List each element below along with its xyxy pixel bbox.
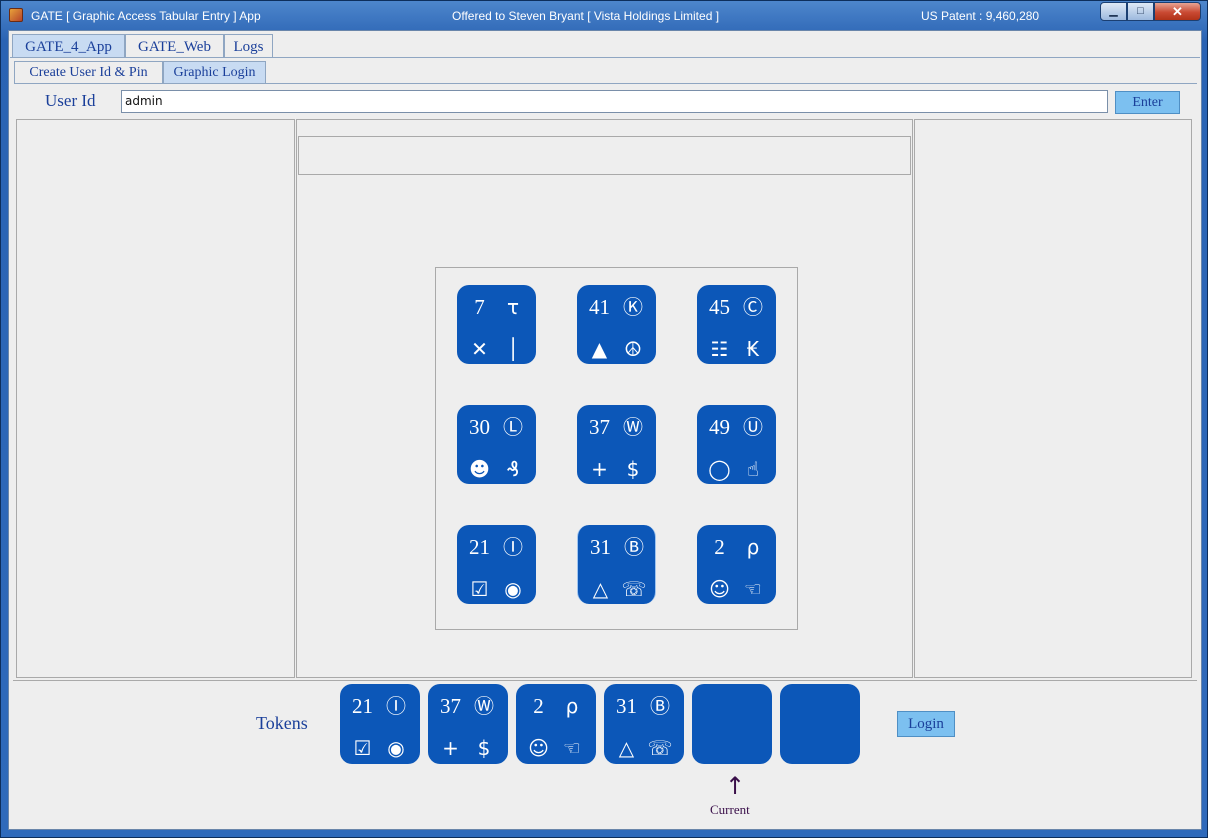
pointing-left-icon: ☜ bbox=[563, 736, 581, 760]
tile-number: 2 bbox=[714, 535, 725, 559]
grid-tile[interactable]: 37 Ⓦ + $ bbox=[577, 405, 656, 484]
tau-icon: τ bbox=[506, 295, 520, 319]
window-title: GATE [ Graphic Access Tabular Entry ] Ap… bbox=[31, 9, 261, 23]
tab-graphic-login[interactable]: Graphic Login bbox=[163, 61, 266, 83]
plus-icon: + bbox=[591, 457, 608, 481]
token-slot-empty[interactable] bbox=[692, 684, 772, 764]
circled-i-icon: Ⓘ bbox=[503, 535, 523, 559]
maximize-button[interactable]: □ bbox=[1127, 2, 1154, 21]
dollar-icon: $ bbox=[477, 736, 491, 760]
radio-dot-icon: ◉ bbox=[504, 577, 522, 601]
telephone-icon: ☏ bbox=[647, 736, 673, 760]
tab-create-user[interactable]: Create User Id & Pin bbox=[14, 61, 163, 83]
checkbox-icon: ☑ bbox=[353, 736, 372, 760]
right-panel bbox=[914, 119, 1192, 678]
tile-number: 31 bbox=[590, 535, 611, 559]
tile-number: 37 bbox=[589, 415, 610, 439]
rho-icon: ρ bbox=[565, 694, 579, 718]
tab-divider bbox=[10, 57, 1200, 58]
minimize-button[interactable]: ▁ bbox=[1100, 2, 1127, 21]
subtab-divider bbox=[14, 83, 1197, 84]
grid-tile[interactable]: 31 Ⓑ △ ☏ bbox=[577, 525, 656, 604]
user-id-label: User Id bbox=[45, 91, 96, 110]
circled-u-icon: Ⓤ bbox=[743, 415, 763, 439]
tile-number: 49 bbox=[709, 415, 730, 439]
left-panel bbox=[16, 119, 295, 678]
tab-gate-4-app[interactable]: GATE_4_App bbox=[12, 34, 125, 58]
token-slot[interactable]: 31 Ⓑ △ ☏ bbox=[604, 684, 684, 764]
title-bar[interactable]: GATE [ Graphic Access Tabular Entry ] Ap… bbox=[1, 1, 1207, 29]
graphic-grid: 7 τ ✕ │ 41 Ⓚ ▲ ☮ 45 Ⓒ ☷ ₭ 30 Ⓛ ☻ ₰ 37 Ⓦ … bbox=[435, 267, 798, 630]
grid-tile[interactable]: 49 Ⓤ ◯ ☝ bbox=[697, 405, 776, 484]
bottom-divider bbox=[13, 680, 1197, 681]
login-button[interactable]: Login bbox=[897, 711, 955, 737]
circled-b-icon: Ⓑ bbox=[650, 694, 670, 718]
circled-k-icon: Ⓚ bbox=[623, 295, 643, 319]
token-slot[interactable]: 21 Ⓘ ☑ ◉ bbox=[340, 684, 420, 764]
tile-number: 30 bbox=[469, 415, 490, 439]
triangle-icon: ▲ bbox=[591, 337, 608, 361]
current-label: Current bbox=[710, 802, 750, 817]
rho-icon: ρ bbox=[746, 535, 760, 559]
tile-number: 21 bbox=[352, 694, 373, 718]
circled-w-icon: Ⓦ bbox=[623, 415, 643, 439]
triangle-outline-icon: △ bbox=[618, 736, 635, 760]
peace-icon: ☮ bbox=[624, 337, 642, 361]
plus-icon: + bbox=[442, 736, 459, 760]
dollar-icon: $ bbox=[626, 457, 640, 481]
tokens-label: Tokens bbox=[256, 713, 308, 733]
circled-i-icon: Ⓘ bbox=[386, 694, 406, 718]
pfennig-icon: ₰ bbox=[506, 457, 520, 481]
message-box bbox=[298, 136, 911, 175]
user-id-input[interactable]: admin bbox=[121, 90, 1108, 113]
patent-text: US Patent : 9,460,280 bbox=[921, 9, 1040, 23]
grid-tile[interactable]: 30 Ⓛ ☻ ₰ bbox=[457, 405, 536, 484]
smiley-outline-icon: ☺ bbox=[528, 736, 549, 760]
circled-c-icon: Ⓒ bbox=[743, 295, 763, 319]
client-area: GATE_4_App GATE_Web Logs Create User Id … bbox=[8, 30, 1202, 830]
smiley-outline-icon: ☺ bbox=[709, 577, 730, 601]
triangle-outline-icon: △ bbox=[592, 577, 609, 601]
enter-button[interactable]: Enter bbox=[1115, 91, 1180, 114]
app-window: GATE [ Graphic Access Tabular Entry ] Ap… bbox=[0, 0, 1208, 838]
tile-number: 2 bbox=[533, 694, 544, 718]
tile-number: 7 bbox=[474, 295, 485, 319]
grid-tile[interactable]: 45 Ⓒ ☷ ₭ bbox=[697, 285, 776, 364]
smiley-icon: ☻ bbox=[469, 457, 490, 481]
circled-b-icon: Ⓑ bbox=[624, 535, 644, 559]
tab-logs[interactable]: Logs bbox=[224, 34, 273, 58]
token-slot[interactable]: 37 Ⓦ + $ bbox=[428, 684, 508, 764]
grid-tile[interactable]: 2 ρ ☺ ☜ bbox=[697, 525, 776, 604]
kip-icon: ₭ bbox=[746, 337, 760, 361]
circled-l-icon: Ⓛ bbox=[503, 415, 523, 439]
tile-number: 37 bbox=[440, 694, 461, 718]
close-button[interactable]: ✕ bbox=[1154, 2, 1201, 21]
token-slot[interactable]: 2 ρ ☺ ☜ bbox=[516, 684, 596, 764]
grid-tile[interactable]: 21 Ⓘ ☑ ◉ bbox=[457, 525, 536, 604]
pointing-left-icon: ☜ bbox=[744, 577, 762, 601]
token-slot-empty[interactable] bbox=[780, 684, 860, 764]
circle-icon: ◯ bbox=[708, 457, 731, 481]
circled-w-icon: Ⓦ bbox=[474, 694, 494, 718]
tab-gate-web[interactable]: GATE_Web bbox=[125, 34, 224, 58]
license-text: Offered to Steven Bryant [ Vista Holding… bbox=[452, 9, 720, 23]
pointing-up-icon: ☝ bbox=[746, 457, 760, 481]
trigram-icon: ☷ bbox=[710, 337, 729, 361]
tile-number: 31 bbox=[616, 694, 637, 718]
radio-dot-icon: ◉ bbox=[387, 736, 405, 760]
telephone-icon: ☏ bbox=[621, 577, 647, 601]
tile-number: 41 bbox=[589, 295, 610, 319]
cross-icon: ✕ bbox=[471, 337, 488, 361]
grid-tile[interactable]: 7 τ ✕ │ bbox=[457, 285, 536, 364]
vertical-bar-icon: │ bbox=[506, 337, 520, 361]
checkbox-icon: ☑ bbox=[470, 577, 489, 601]
current-arrow-icon: ↑ bbox=[725, 772, 746, 800]
tile-number: 21 bbox=[469, 535, 490, 559]
java-app-icon bbox=[9, 8, 23, 22]
grid-tile[interactable]: 41 Ⓚ ▲ ☮ bbox=[577, 285, 656, 364]
tile-number: 45 bbox=[709, 295, 730, 319]
